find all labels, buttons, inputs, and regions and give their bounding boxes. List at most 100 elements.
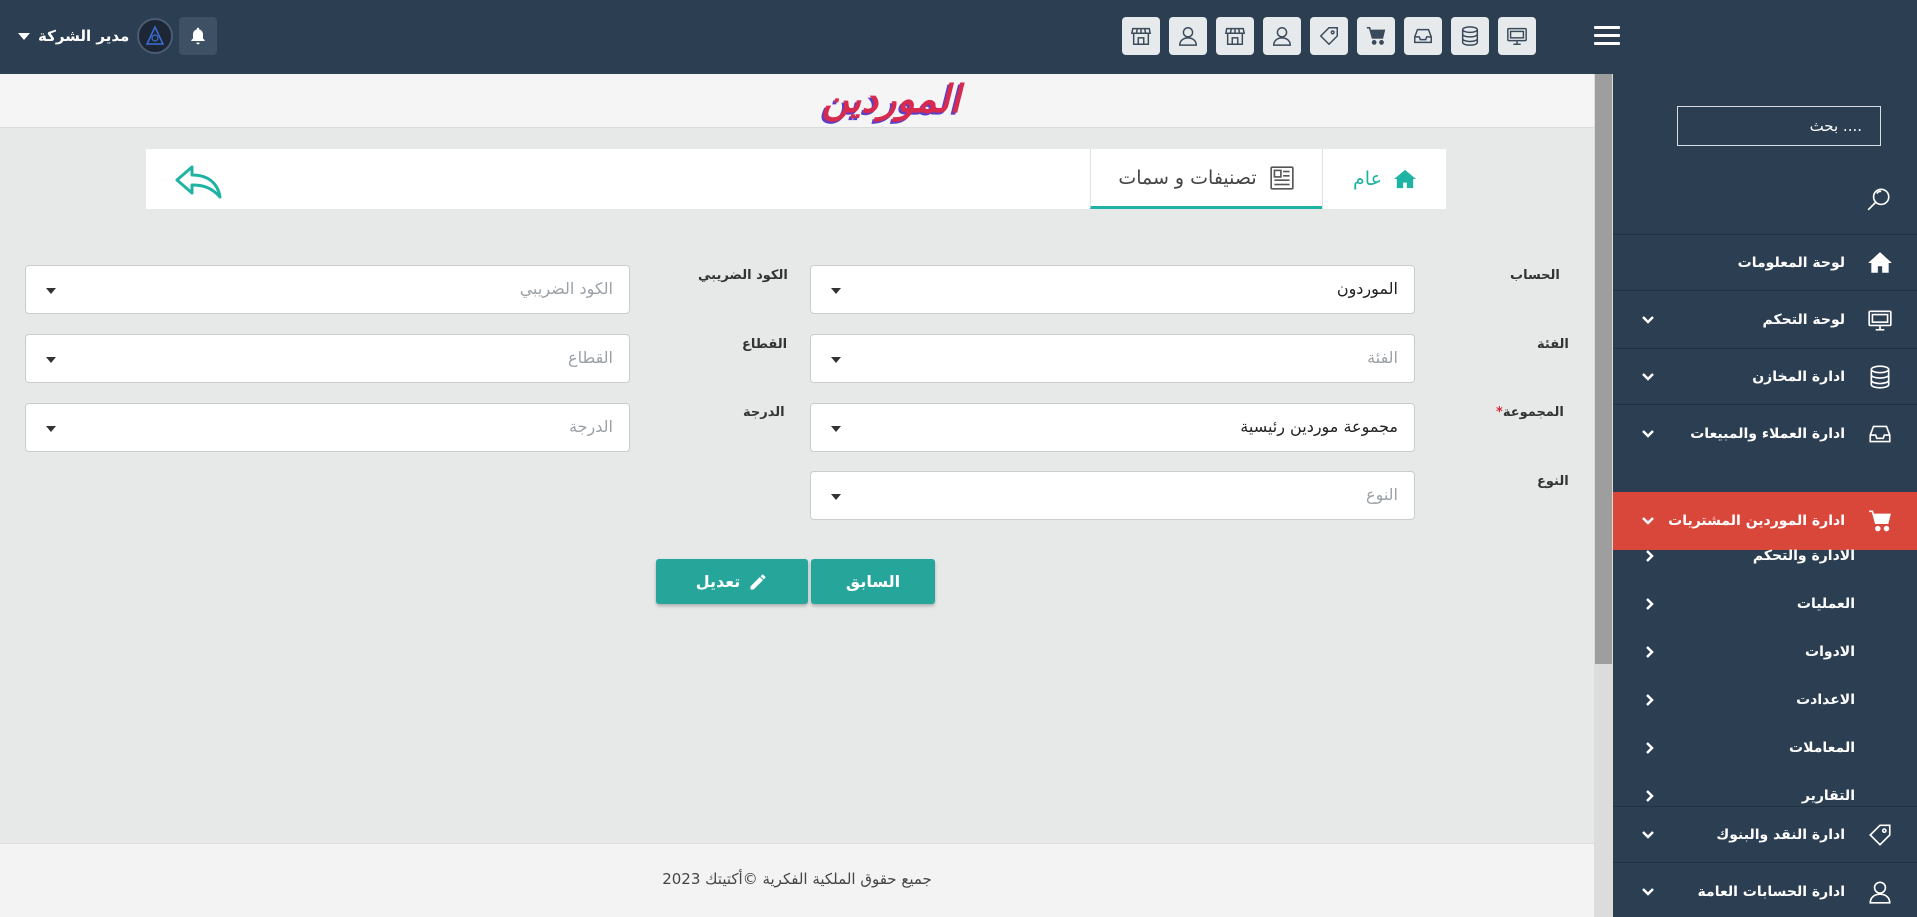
tab-classifications[interactable]: تصنيفات و سمات [1090, 149, 1322, 209]
search-icon[interactable] [1866, 186, 1892, 212]
grade-select[interactable]: الدرجة [25, 403, 630, 452]
sidebar-subitem-settings[interactable]: الاعدادت [1613, 676, 1917, 724]
toolbar-icons [1122, 17, 1536, 55]
type-placeholder: النوع [1366, 485, 1398, 504]
user-icon[interactable] [1169, 17, 1207, 55]
sector-placeholder: القطاع [568, 348, 613, 367]
tax-code-label: الكود الضريبي [698, 268, 788, 283]
newspaper-icon [1270, 165, 1294, 190]
tag-icon[interactable] [1310, 17, 1348, 55]
sidebar-item-label: لوحة التحكم [1762, 311, 1845, 328]
category-placeholder: الفئة [1367, 348, 1398, 367]
caret-down-icon [46, 357, 56, 363]
user-menu[interactable]: مدير الشركة [18, 22, 129, 50]
account-label: الحساب [1510, 268, 1560, 283]
tag-icon [1867, 822, 1893, 848]
top-bar: مدير الشركة [0, 0, 1917, 74]
home-icon [1867, 250, 1893, 276]
sidebar-subitem-label: الادوات [1805, 644, 1855, 660]
database-icon [1867, 364, 1893, 390]
menu-icon[interactable] [1594, 26, 1620, 46]
sidebar-subitem-transactions[interactable]: المعاملات [1613, 724, 1917, 772]
sidebar-item-control-panel[interactable]: لوحة التحكم [1613, 290, 1917, 348]
search-input[interactable] [1677, 106, 1881, 146]
group-value: مجموعة موردين رئيسية [1240, 417, 1398, 436]
sidebar-subitem-administration[interactable]: الادارة والتحكم [1613, 532, 1917, 580]
chevron-down-icon [18, 32, 30, 40]
tab-general-label: عام [1353, 168, 1382, 190]
chevron-right-icon [1643, 645, 1657, 659]
sidebar-item-cash-banks[interactable]: ادارة النقد والبنوك [1613, 806, 1917, 862]
chevron-right-icon [1643, 741, 1657, 755]
user-name: مدير الشركة [38, 27, 130, 45]
caret-down-icon [46, 426, 56, 432]
sidebar-item-customers-sales[interactable]: ادارة العملاء والمبيعات [1613, 404, 1917, 462]
copyright-text: جميع حقوق الملكية الفكرية ©أكتيتك 2023 [662, 870, 932, 888]
group-label: *المجموعة [1492, 405, 1564, 420]
caret-down-icon [831, 357, 841, 363]
database-icon[interactable] [1451, 17, 1489, 55]
back-arrow-icon[interactable] [174, 163, 224, 199]
required-mark: * [1496, 405, 1503, 420]
sidebar-item-label: ادارة الحسابات العامة [1697, 883, 1845, 900]
chevron-down-icon [1641, 514, 1655, 528]
sidebar-item-general-accounts[interactable]: ادارة الحسابات العامة [1613, 862, 1917, 917]
pencil-icon [750, 574, 766, 589]
sidebar-item-label: ادارة العملاء والمبيعات [1690, 425, 1845, 442]
group-select[interactable]: مجموعة موردين رئيسية [810, 403, 1415, 452]
caret-down-icon [831, 494, 841, 500]
category-select[interactable]: الفئة [810, 334, 1415, 383]
sidebar-subitem-label: الادارة والتحكم [1752, 548, 1855, 564]
account-value: الموردون [1336, 279, 1398, 298]
type-label: النوع [1537, 474, 1569, 489]
grade-placeholder: الدرجة [569, 417, 613, 436]
chevron-right-icon [1643, 597, 1657, 611]
sidebar-subitem-label: التقارير [1801, 788, 1855, 804]
sidebar-subitem-operations[interactable]: العمليات [1613, 580, 1917, 628]
chevron-down-icon [1641, 828, 1655, 842]
sector-select[interactable]: القطاع [25, 334, 630, 383]
caret-down-icon [831, 288, 841, 294]
page-title: الموردين [821, 76, 961, 121]
caret-down-icon [831, 426, 841, 432]
chevron-down-icon [1641, 313, 1655, 327]
avatar[interactable] [137, 18, 173, 54]
sidebar-subitem-tools[interactable]: الادوات [1613, 628, 1917, 676]
sidebar-item-label: ادارة النقد والبنوك [1716, 826, 1845, 843]
sidebar-item-warehouses[interactable]: ادارة المخازن [1613, 348, 1917, 404]
previous-button-label: السابق [845, 572, 901, 591]
scrollbar-thumb[interactable] [1595, 74, 1612, 664]
caret-down-icon [46, 288, 56, 294]
tabs-bar: عام تصنيفات و سمات [146, 149, 1446, 209]
edit-button-label: تعديل [695, 572, 741, 591]
cart-icon [1867, 508, 1893, 534]
sector-label: القطاع [742, 337, 788, 352]
monitor-icon[interactable] [1498, 17, 1536, 55]
store-icon[interactable] [1122, 17, 1160, 55]
user-icon[interactable] [1263, 17, 1301, 55]
sidebar-item-dashboard[interactable]: لوحة المعلومات [1613, 234, 1917, 290]
edit-button[interactable]: تعديل [656, 559, 808, 604]
sidebar-item-label: ادارة المخازن [1752, 368, 1845, 385]
sidebar-item-label: ادارة الموردين المشتريات [1668, 513, 1845, 529]
category-label: الفئة [1537, 337, 1569, 352]
tab-general[interactable]: عام [1322, 149, 1446, 209]
grade-label: الدرجة [743, 405, 785, 420]
tax-code-select[interactable]: الكود الضريبي [25, 265, 630, 314]
type-select[interactable]: النوع [810, 471, 1415, 520]
cart-icon[interactable] [1357, 17, 1395, 55]
account-select[interactable]: الموردون [810, 265, 1415, 314]
chevron-right-icon [1643, 549, 1657, 563]
monitor-icon [1867, 307, 1893, 333]
sidebar-item-label: لوحة المعلومات [1737, 254, 1845, 271]
store-icon[interactable] [1216, 17, 1254, 55]
previous-button[interactable]: السابق [811, 559, 935, 604]
inbox-icon [1867, 421, 1893, 447]
chevron-right-icon [1643, 789, 1657, 803]
sidebar-subitem-label: العمليات [1796, 596, 1855, 612]
notifications-bell-icon[interactable] [179, 17, 217, 55]
sidebar: لوحة المعلومات لوحة التحكم ادارة المخازن… [1613, 74, 1917, 917]
tax-code-placeholder: الكود الضريبي [519, 279, 613, 298]
home-icon [1394, 169, 1416, 189]
inbox-icon[interactable] [1404, 17, 1442, 55]
